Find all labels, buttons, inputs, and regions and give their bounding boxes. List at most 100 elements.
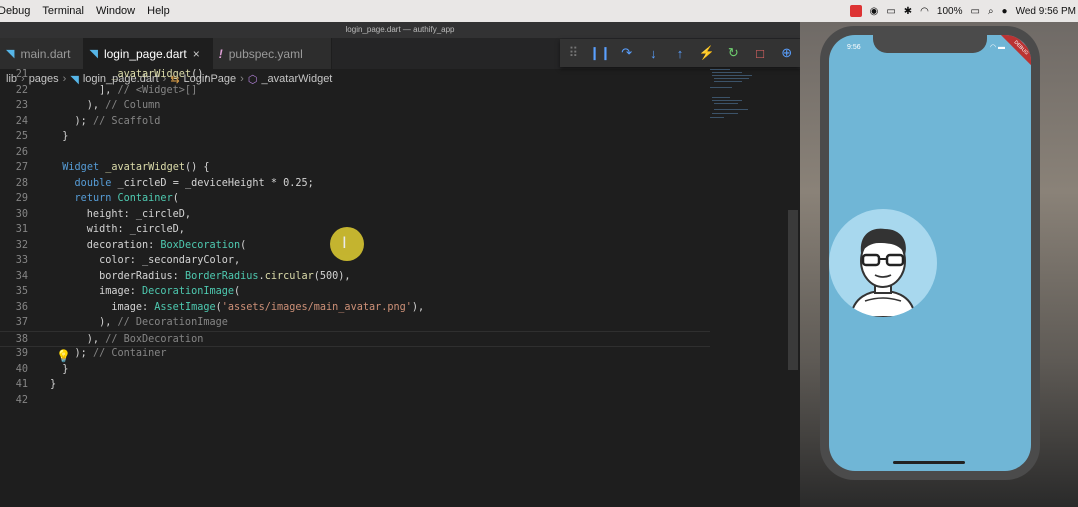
phone-notch bbox=[873, 35, 987, 53]
home-indicator[interactable] bbox=[893, 461, 965, 464]
avatar-illustration-icon bbox=[849, 228, 917, 317]
code-line[interactable]: 39 ); // Container bbox=[0, 346, 710, 362]
editor-tabs: ◥ main.dart ◥ login_page.dart × ! pubspe… bbox=[0, 38, 800, 69]
code-line[interactable]: 28 double _circleD = _deviceHeight * 0.2… bbox=[0, 176, 710, 192]
tab-login-page-dart[interactable]: ◥ login_page.dart × bbox=[83, 38, 213, 69]
tab-label: pubspec.yaml bbox=[228, 46, 303, 61]
airplay-icon[interactable]: ▭ bbox=[886, 6, 895, 17]
code-text: } bbox=[50, 131, 69, 142]
code-text: } bbox=[50, 363, 69, 375]
menu-debug[interactable]: Debug bbox=[0, 5, 36, 17]
minimap-preview bbox=[710, 69, 752, 118]
line-number: 29 bbox=[15, 193, 28, 204]
phone-status-icons: ◠ ▬ bbox=[989, 44, 1005, 51]
line-number: 35 bbox=[15, 286, 28, 297]
code-line[interactable]: 42 bbox=[0, 393, 710, 409]
siri-icon[interactable]: ● bbox=[1002, 6, 1008, 17]
line-number: 34 bbox=[15, 270, 28, 282]
code-line[interactable]: 40 } bbox=[0, 362, 710, 378]
code-text: image: AssetImage('assets/images/main_av… bbox=[50, 301, 425, 313]
spotlight-icon[interactable]: ⌕ bbox=[988, 6, 994, 17]
line-number: 21 bbox=[15, 69, 28, 80]
line-number: 30 bbox=[15, 208, 28, 220]
line-number: 40 bbox=[15, 363, 28, 375]
code-text: color: _secondaryColor, bbox=[50, 255, 241, 266]
simulator-screen[interactable]: 9:56 ◠ ▬ DEBUG bbox=[829, 35, 1031, 471]
bluetooth-icon[interactable]: ✱ bbox=[904, 6, 912, 17]
line-number: 23 bbox=[15, 100, 28, 111]
text-cursor-icon: Ⅰ bbox=[342, 235, 347, 252]
record-icon[interactable] bbox=[849, 5, 862, 17]
devtools-icon[interactable]: ⊕ bbox=[773, 45, 800, 61]
code-text: width: _circleD, bbox=[50, 224, 185, 235]
line-number: 37 bbox=[15, 317, 28, 328]
menu-help[interactable]: Help bbox=[141, 5, 176, 17]
code-text: return Container( bbox=[74, 193, 179, 204]
menubar-clock[interactable]: Wed 9:56 PM bbox=[1016, 6, 1076, 17]
code-line[interactable]: 30 height: _circleD, bbox=[0, 207, 710, 223]
line-number: 33 bbox=[15, 255, 28, 266]
tab-label: main.dart bbox=[20, 46, 71, 61]
hot-reload-icon[interactable]: ⚡ bbox=[693, 45, 720, 61]
code-line[interactable]: 27 Widget _avatarWidget() { bbox=[0, 160, 710, 176]
avatar bbox=[829, 209, 937, 317]
line-number: 39 bbox=[15, 348, 28, 359]
line-number: 24 bbox=[15, 115, 28, 127]
stop-icon[interactable]: □ bbox=[747, 46, 774, 61]
wifi-icon[interactable]: ◠ bbox=[920, 6, 929, 17]
step-out-icon[interactable]: ↑ bbox=[667, 46, 694, 61]
code-line[interactable]: 26 bbox=[0, 145, 710, 161]
code-line[interactable]: 36 image: AssetImage('assets/images/main… bbox=[0, 300, 710, 316]
battery-icon[interactable]: ▭ bbox=[970, 6, 979, 17]
step-over-icon[interactable]: ↷ bbox=[613, 45, 640, 61]
code-text: } bbox=[50, 379, 57, 390]
dart-icon: ◥ bbox=[89, 48, 98, 60]
menu-terminal[interactable]: Terminal bbox=[36, 5, 90, 17]
tab-pubspec-yaml[interactable]: ! pubspec.yaml bbox=[212, 38, 332, 69]
code-line[interactable]: 25 } bbox=[0, 129, 710, 145]
code-line[interactable]: 21 _avatarWidget(), bbox=[0, 67, 710, 83]
code-line[interactable]: 22 ], // <Widget>[] bbox=[0, 83, 710, 99]
window-title: login_page.dart — authify_app bbox=[0, 22, 800, 38]
code-line[interactable]: 35 image: DecorationImage( bbox=[0, 284, 710, 300]
tab-label: login_page.dart bbox=[103, 46, 187, 61]
code-line[interactable]: 29 return Container( bbox=[0, 191, 710, 207]
code-text: Widget _avatarWidget() { bbox=[62, 162, 210, 173]
battery-percent: 100% bbox=[936, 5, 963, 17]
line-number: 42 bbox=[15, 394, 28, 406]
code-editor[interactable]: 21 _avatarWidget(), 22 ], // <Widget>[] 23… bbox=[0, 67, 800, 485]
menu-window[interactable]: Window bbox=[90, 5, 141, 17]
line-number: 28 bbox=[15, 177, 28, 189]
code-line[interactable]: 41} bbox=[0, 377, 710, 393]
code-line[interactable]: 34 borderRadius: BorderRadius.circular(5… bbox=[0, 269, 710, 285]
code-line[interactable]: 37 ), // DecorationImage bbox=[0, 315, 710, 331]
code-line[interactable]: 38 ), // BoxDecoration bbox=[0, 330, 710, 347]
code-text: image: DecorationImage( bbox=[50, 286, 241, 297]
mouse-cursor-highlight: Ⅰ bbox=[330, 227, 364, 261]
creative-cloud-icon[interactable]: ◉ bbox=[870, 6, 879, 17]
close-icon[interactable]: × bbox=[193, 47, 200, 61]
code-line[interactable]: 24 ); // Scaffold bbox=[0, 114, 710, 130]
ios-simulator: 9:56 ◠ ▬ DEBUG bbox=[820, 26, 1040, 480]
editor-scrollbar[interactable] bbox=[788, 210, 798, 370]
code-text: ), // DecorationImage bbox=[50, 317, 228, 328]
tab-main-dart[interactable]: ◥ main.dart bbox=[0, 38, 84, 69]
code-text: height: _circleD, bbox=[50, 208, 192, 220]
code-line[interactable]: 23 ), // Column bbox=[0, 98, 710, 114]
line-number: 31 bbox=[15, 224, 28, 235]
grip-icon[interactable]: ⠿ bbox=[560, 45, 587, 61]
line-number: 25 bbox=[15, 131, 28, 142]
dart-icon: ◥ bbox=[6, 48, 15, 60]
line-number: 26 bbox=[15, 146, 28, 158]
line-number: 36 bbox=[15, 301, 28, 313]
step-into-icon[interactable]: ↓ bbox=[640, 46, 667, 61]
minimap[interactable] bbox=[708, 67, 788, 147]
macos-menubar: Debug Terminal Window Help ◉ ▭ ✱ ◠ 100% … bbox=[0, 0, 1078, 22]
lightbulb-icon[interactable]: 💡 bbox=[56, 349, 71, 363]
debug-banner: DEBUG bbox=[1000, 35, 1031, 69]
code-text: _avatarWidget(), bbox=[111, 69, 210, 80]
code-text: ], // <Widget>[] bbox=[50, 84, 198, 96]
pause-icon[interactable]: ❙❙ bbox=[587, 45, 614, 61]
restart-icon[interactable]: ↻ bbox=[720, 45, 747, 61]
line-number: 27 bbox=[15, 162, 28, 173]
